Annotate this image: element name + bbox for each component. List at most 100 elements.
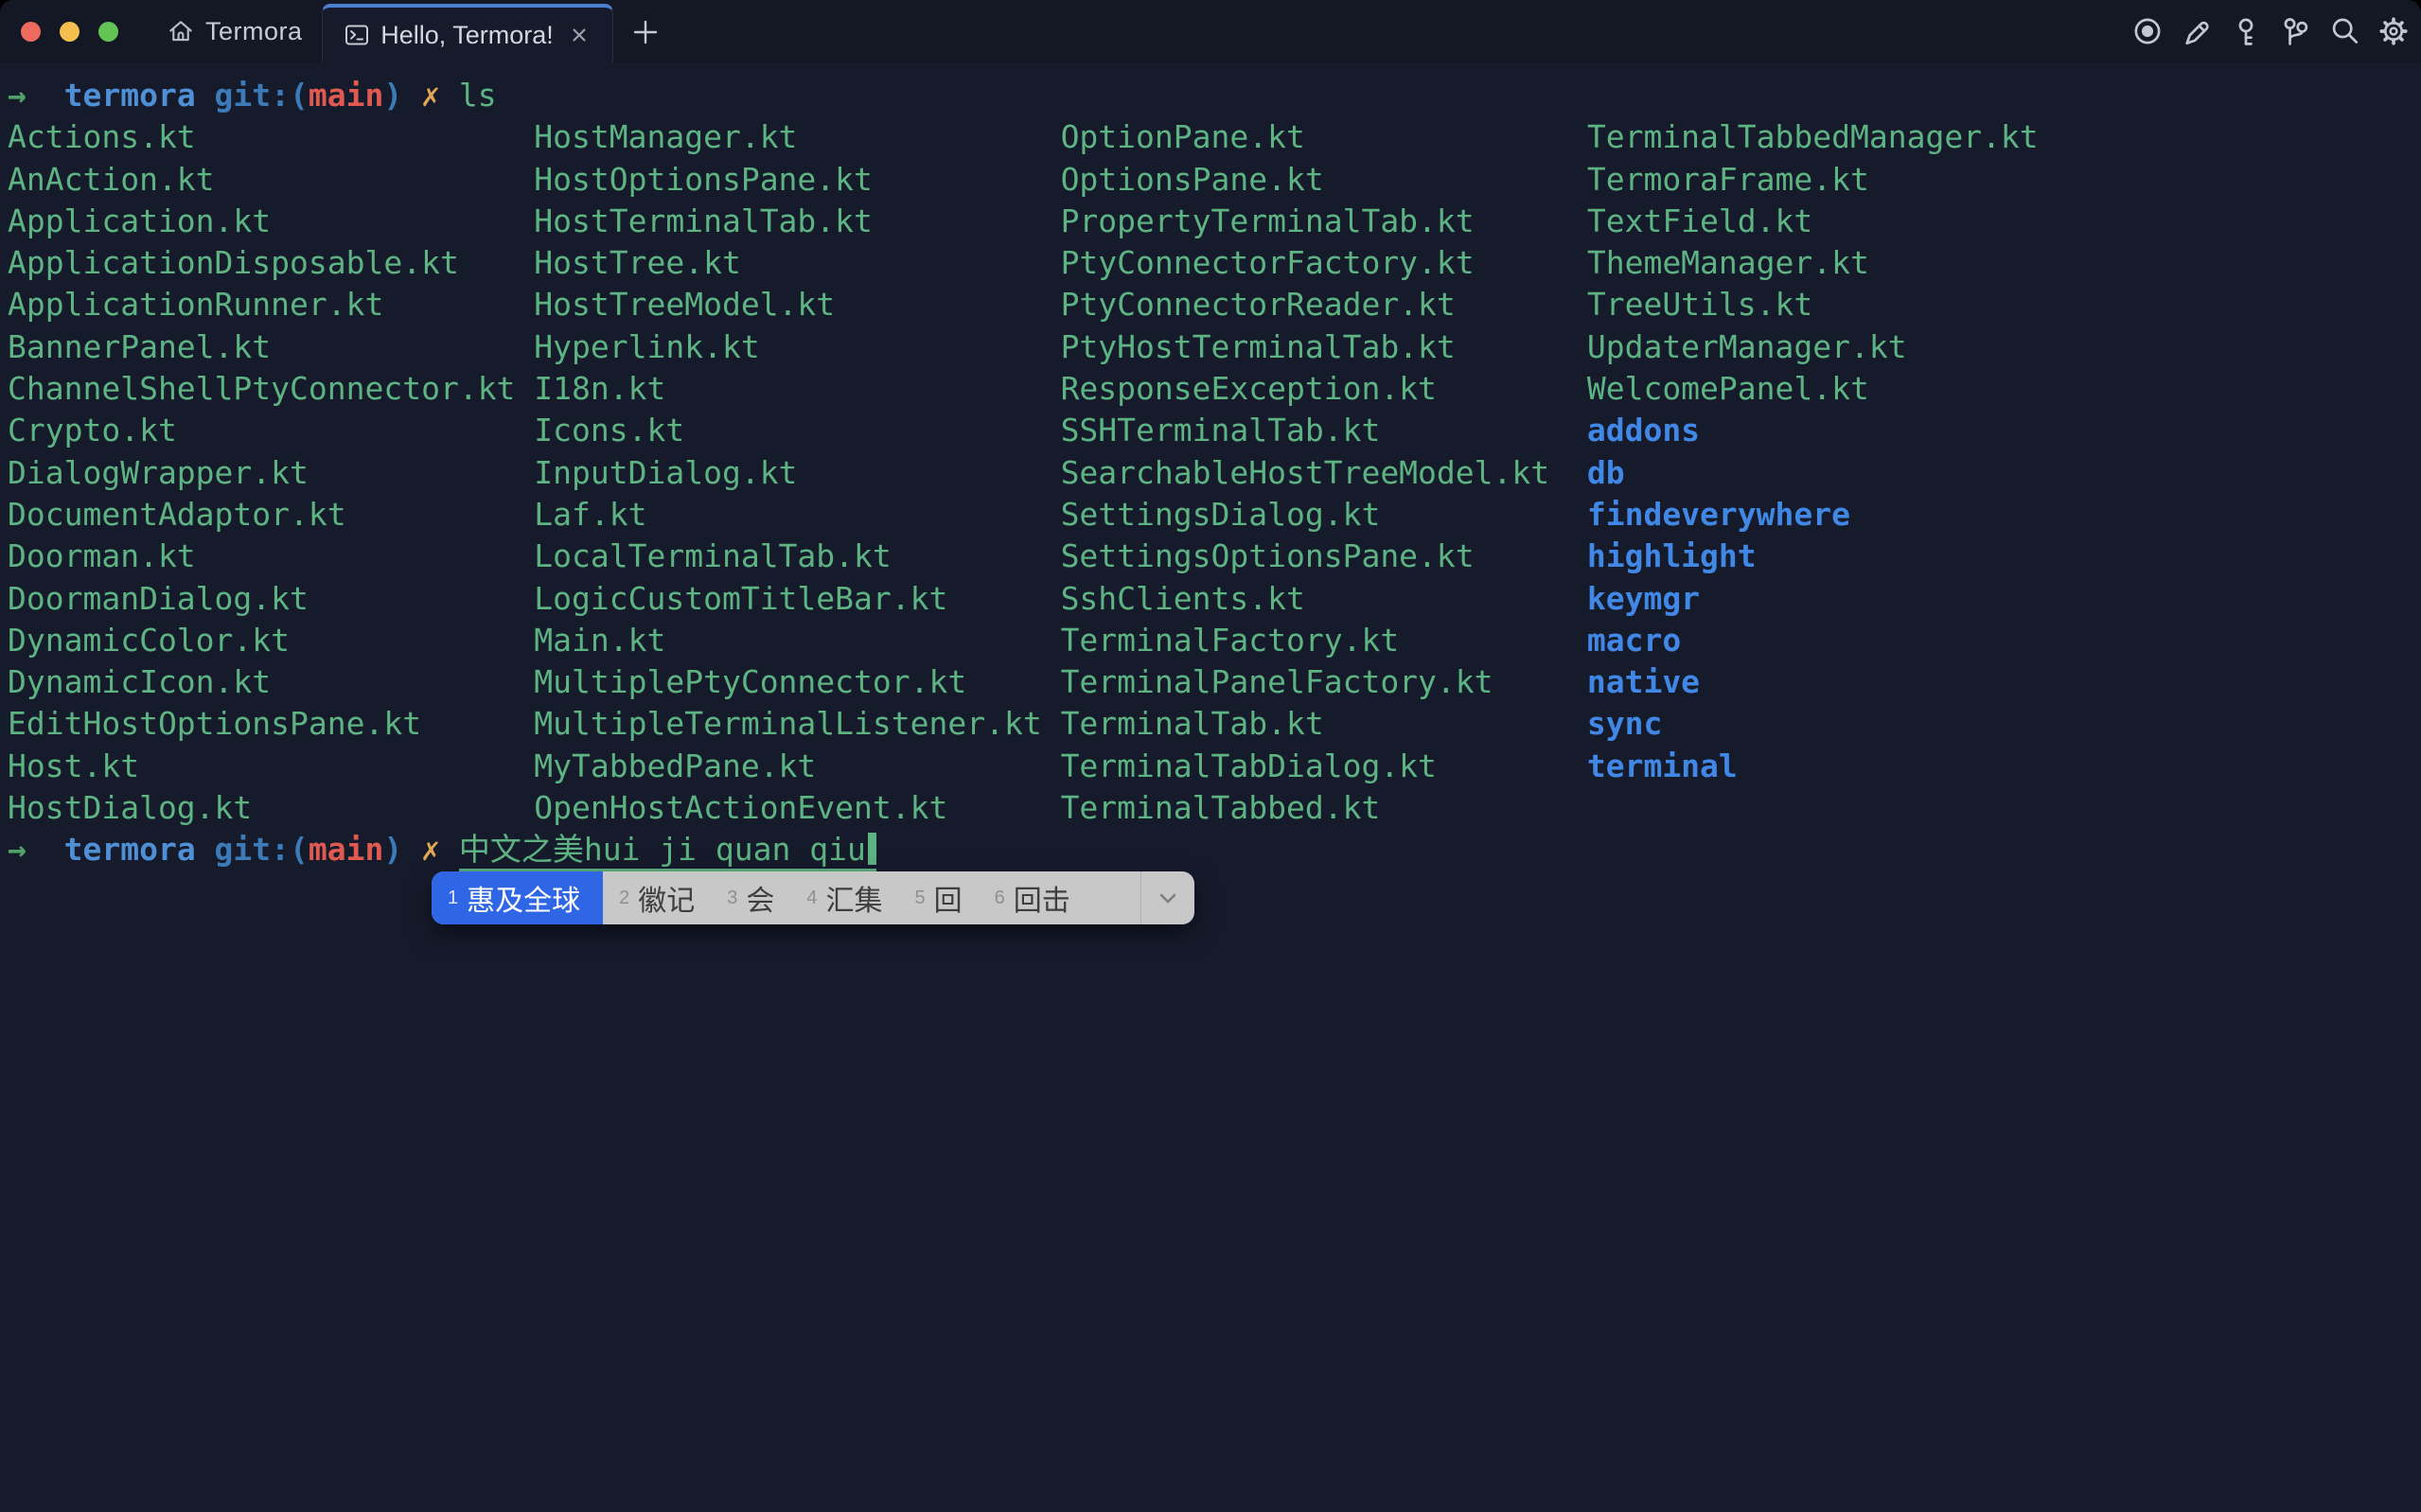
file-name: SearchableHostTreeModel.kt [1061,452,1587,494]
titlebar: Termora Hello, Termora! [0,0,2421,62]
ime-candidate-text: 回击 [1014,877,1070,919]
ime-candidate-list: 1惠及全球 2 徽记 3会4汇集5回 6 回击 [432,871,1140,924]
dir-name: db [1587,452,2113,494]
tab-hello-termora[interactable]: Hello, Termora! [322,4,613,62]
file-name: AnAction.kt [8,159,534,201]
prompt-branch: main [309,831,383,868]
file-name: HostTreeModel.kt [534,284,1060,325]
file-name: DoormanDialog.kt [8,578,534,620]
file-name: OptionPane.kt [1061,116,1587,158]
file-name: TermoraFrame.kt [1587,159,2113,201]
file-name: PtyConnectorReader.kt [1061,284,1587,325]
prompt-git-prefix: git:( [215,77,309,114]
app-title: Termora [205,17,303,46]
zoom-window-button[interactable] [98,22,118,42]
terminal-screen[interactable]: →termoragit:(main)✗ls Actions.ktHostMana… [0,62,2421,1512]
dir-name: terminal [1587,746,2113,787]
ls-row: EditHostOptionsPane.ktMultipleTerminalLi… [8,703,2421,745]
prompt-line-1: →termoragit:(main)✗ls [8,75,2421,116]
ime-candidate[interactable]: 5回 [899,871,979,924]
file-name: MultiplePtyConnector.kt [534,661,1060,703]
ls-row: DynamicIcon.ktMultiplePtyConnector.ktTer… [8,661,2421,703]
file-name: WelcomePanel.kt [1587,368,2113,410]
home-button[interactable]: Termora [167,0,303,62]
ime-candidate-number: 2 [619,888,629,909]
ime-candidate-text: 徽记 [638,877,695,919]
record-macro-button[interactable] [2130,15,2164,48]
ls-row: ApplicationDisposable.ktHostTree.ktPtyCo… [8,242,2421,284]
minimize-window-button[interactable] [60,22,80,42]
file-name: TerminalTabbed.kt [1061,787,1587,829]
file-name: HostTree.kt [534,242,1060,284]
file-name: UpdaterManager.kt [1587,326,2113,368]
file-name: PropertyTerminalTab.kt [1061,201,1587,242]
tab-close-icon[interactable] [567,23,592,47]
ls-row: Crypto.ktIcons.ktSSHTerminalTab.ktaddons [8,410,2421,451]
ls-row: ApplicationRunner.ktHostTreeModel.ktPtyC… [8,284,2421,325]
ime-candidate-number: 4 [806,888,817,909]
ime-candidate-number: 6 [995,888,1005,909]
file-name: ChannelShellPtyConnector.kt [8,368,534,410]
edit-button[interactable] [2180,15,2213,48]
file-name: MyTabbedPane.kt [534,746,1060,787]
file-name: SshClients.kt [1061,578,1587,620]
file-name: PtyHostTerminalTab.kt [1061,326,1587,368]
ls-output: Actions.ktHostManager.ktOptionPane.ktTer… [8,116,2421,829]
file-name: ApplicationDisposable.kt [8,242,534,284]
file-name: TextField.kt [1587,201,2113,242]
file-name: OptionsPane.kt [1061,159,1587,201]
dir-name: keymgr [1587,578,2113,620]
dir-name: macro [1587,620,2113,661]
prompt-arrow: → [8,77,27,114]
ime-candidate-selected[interactable]: 1惠及全球 [432,871,603,924]
ime-candidate-text: 惠及全球 [467,877,580,919]
file-name: DocumentAdaptor.kt [8,494,534,536]
ime-candidate[interactable]: 3会 [711,871,790,924]
prompt-arrow: → [8,831,27,868]
terminal-cursor [868,833,876,865]
ls-row: Host.ktMyTabbedPane.ktTerminalTabDialog.… [8,746,2421,787]
ls-row: Application.ktHostTerminalTab.ktProperty… [8,201,2421,242]
ime-candidate-number: 3 [727,888,737,909]
file-name: Crypto.kt [8,410,534,451]
file-name: MultipleTerminalListener.kt [534,703,1060,745]
ime-candidate[interactable]: 6 回击 [979,871,1087,924]
file-name: ThemeManager.kt [1587,242,2113,284]
ls-row: BannerPanel.ktHyperlink.ktPtyHostTermina… [8,326,2421,368]
file-name: TreeUtils.kt [1587,284,2113,325]
ime-expand-button[interactable] [1141,871,1194,924]
file-name: Application.kt [8,201,534,242]
key-manager-button[interactable] [2229,15,2262,48]
search-button[interactable] [2327,15,2360,48]
prompt-line-2: →termoragit:(main)✗中文之美hui ji quan qiu [8,829,2421,870]
terminal-tab-icon [344,22,370,48]
file-name: TerminalPanelFactory.kt [1061,661,1587,703]
prompt-dirty-flag: ✗ [421,77,440,114]
file-name: LogicCustomTitleBar.kt [534,578,1060,620]
ls-row: DialogWrapper.ktInputDialog.ktSearchable… [8,452,2421,494]
ls-row: ChannelShellPtyConnector.ktI18n.ktRespon… [8,368,2421,410]
ime-candidate-text: 回 [934,877,963,919]
file-name: TerminalTabbedManager.kt [1587,116,2113,158]
new-tab-button[interactable] [627,13,664,51]
ime-candidate[interactable]: 2 徽记 [603,871,711,924]
ime-candidate[interactable]: 4汇集 [790,871,898,924]
file-name: Icons.kt [534,410,1060,451]
dir-name: highlight [1587,536,2113,577]
chevron-down-icon [1156,886,1180,910]
branch-button[interactable] [2278,15,2311,48]
settings-button[interactable] [2377,15,2410,48]
file-name: PtyConnectorFactory.kt [1061,242,1587,284]
ime-composing-text: 中文之美hui ji quan qiu [459,832,876,872]
file-name: SettingsDialog.kt [1061,494,1587,536]
prompt-branch: main [309,77,383,114]
prompt-git-close: ) [383,831,402,868]
command-text: ls [459,77,497,114]
prompt-git-close: ) [383,77,402,114]
dir-name: addons [1587,410,2113,451]
file-name: TerminalFactory.kt [1061,620,1587,661]
prompt-git-prefix: git:( [215,831,309,868]
close-window-button[interactable] [21,22,41,42]
file-name: Main.kt [534,620,1060,661]
ls-row: HostDialog.ktOpenHostActionEvent.ktTermi… [8,787,2421,829]
